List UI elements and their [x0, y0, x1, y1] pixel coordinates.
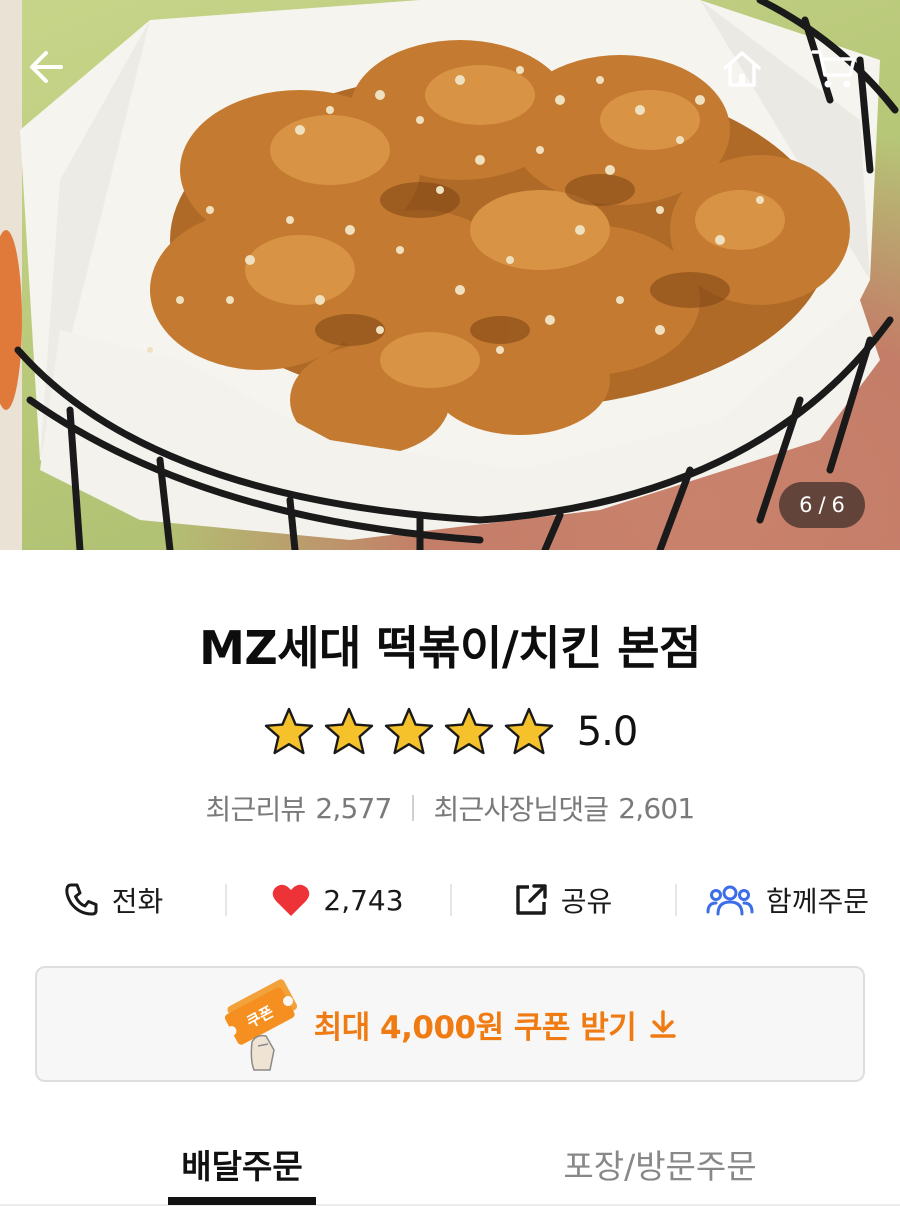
group-order-button[interactable]: 함께주문 — [675, 868, 900, 932]
recent-reviews-count: 2,577 — [315, 791, 392, 825]
heart-icon — [273, 884, 310, 916]
review-stats[interactable]: 최근리뷰 2,577 최근사장님댓글 2,601 — [0, 784, 900, 832]
divider — [411, 795, 414, 821]
rating-value: 5.0 — [576, 709, 639, 755]
order-type-tabs: 배달주문 포장/방문주문 — [0, 1122, 900, 1216]
star-filled-icon — [444, 707, 493, 755]
owner-replies-label: 최근사장님댓글 — [433, 793, 610, 826]
photo-counter: 6 / 6 — [779, 482, 865, 528]
star-filled-icon — [504, 707, 553, 755]
store-name: MZ세대 떡볶이/치킨 본점 — [199, 621, 701, 675]
call-label: 전화 — [111, 885, 164, 918]
home-icon — [723, 51, 761, 87]
tabs-divider — [0, 1204, 900, 1206]
coupon-download-button[interactable]: 쿠폰 최대 4,000원 쿠폰 받기 — [35, 966, 865, 1082]
star-filled-icon — [384, 707, 433, 755]
coupon-ticket-icon: 쿠폰 — [224, 979, 297, 1071]
share-button[interactable]: 공유 — [450, 868, 675, 932]
likes-count: 2,743 — [323, 883, 404, 917]
call-button[interactable]: 전화 — [0, 868, 225, 932]
active-tab-indicator — [168, 1197, 316, 1205]
photo-total: 6 — [831, 493, 845, 517]
tab-delivery[interactable]: 배달주문 — [168, 1140, 316, 1188]
star-filled-icon — [264, 707, 313, 755]
coupon-label: 최대 4,000원 쿠폰 받기 — [313, 1009, 637, 1046]
action-bar: 전화 2,743 공유 함께주문 — [0, 868, 900, 932]
photo-separator: / — [818, 493, 826, 517]
tab-pickup[interactable]: 포장/방문주문 — [540, 1140, 780, 1188]
cart-icon — [811, 50, 856, 88]
store-photo-gallery[interactable]: 6 / 6 — [0, 0, 900, 550]
arrow-left-icon — [30, 51, 63, 83]
rating-row[interactable]: 5.0 — [0, 704, 900, 760]
back-button[interactable] — [27, 47, 87, 107]
share-icon — [516, 884, 547, 915]
group-users-icon — [706, 885, 754, 916]
star-filled-icon — [324, 707, 373, 755]
group-order-label: 함께주문 — [765, 885, 870, 918]
owner-replies-count: 2,601 — [618, 791, 695, 825]
photo-current: 6 — [799, 493, 813, 517]
phone-icon — [65, 883, 98, 916]
cart-button[interactable] — [810, 47, 870, 107]
share-label: 공유 — [560, 885, 613, 918]
download-arrow-icon — [650, 1010, 676, 1038]
like-button[interactable]: 2,743 — [225, 868, 450, 932]
home-button[interactable] — [720, 47, 780, 107]
recent-reviews-label: 최근리뷰 — [205, 793, 307, 826]
